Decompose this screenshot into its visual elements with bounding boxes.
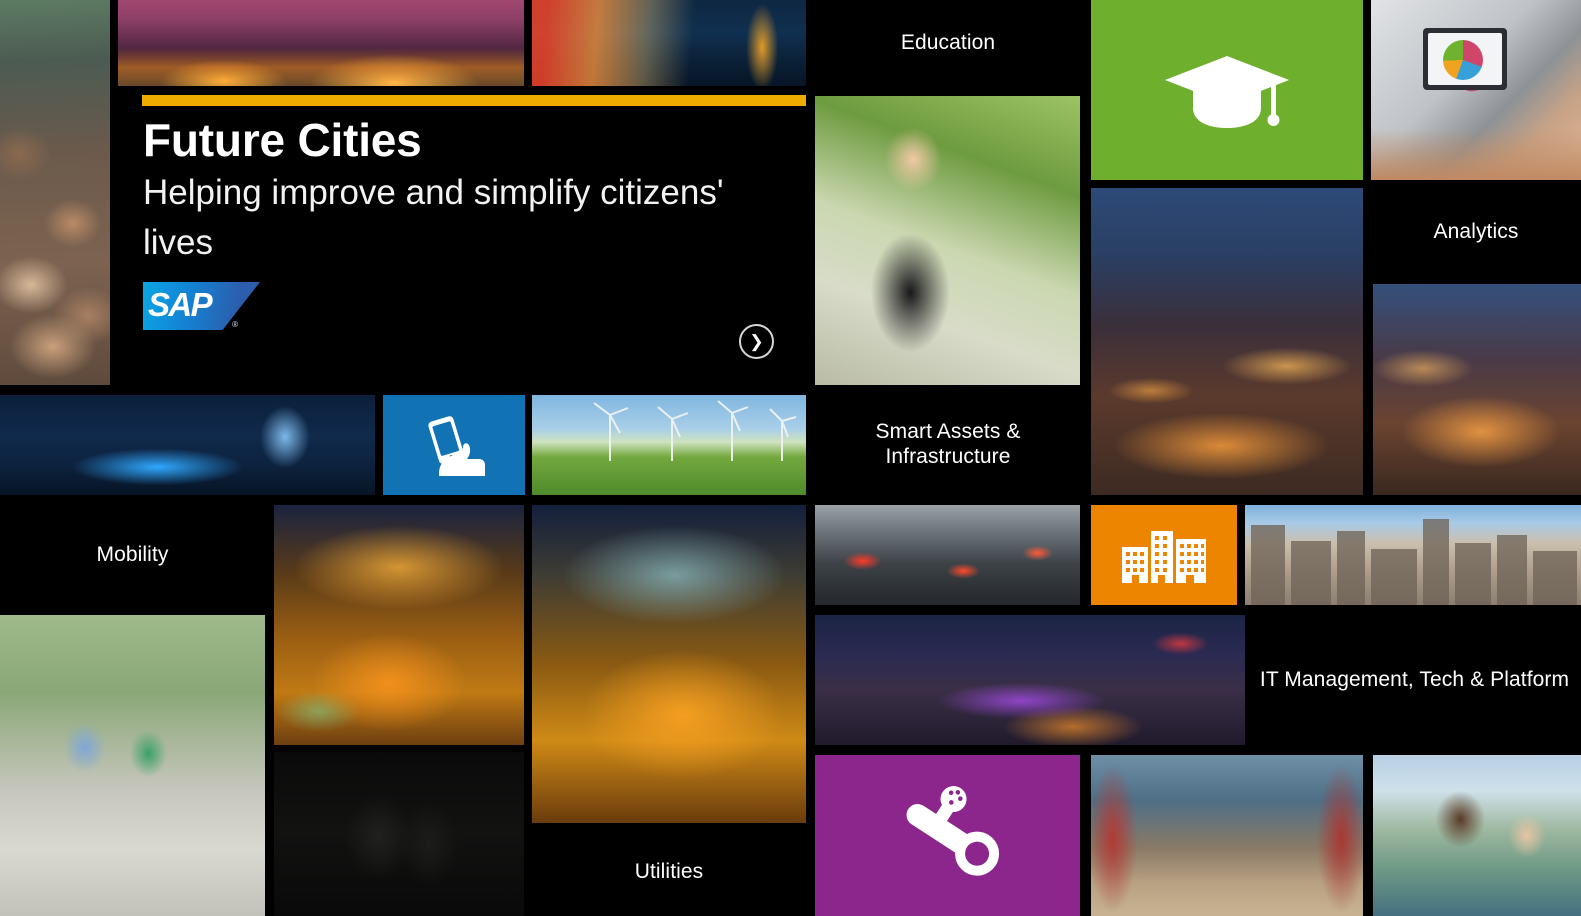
blue-bridge-night-photo [0, 395, 375, 495]
highway-interchange-photo-tile[interactable] [274, 505, 524, 745]
woman-tablet-park-photo [815, 96, 1080, 385]
smiling-people-photo-tile[interactable] [1373, 755, 1581, 916]
city-buildings-icon [1122, 531, 1206, 583]
crowd-street-photo-tile[interactable] [0, 0, 110, 385]
label-tile-analytics[interactable]: Analytics [1371, 186, 1581, 278]
highway-interchange-2-photo [532, 505, 806, 823]
traffic-cars-photo [815, 505, 1080, 605]
future-cities-mosaic-page: Future Cities Helping improve and simpli… [0, 0, 1581, 916]
wind-turbines-photo-tile[interactable] [532, 395, 806, 495]
hero-panel[interactable]: Future Cities Helping improve and simpli… [110, 86, 806, 385]
river-bridge-night-photo [815, 615, 1245, 745]
city-skyline-dusk-photo [118, 0, 524, 86]
label-tile-smart-assets[interactable]: Smart Assets & Infrastructure [812, 392, 1084, 498]
it-management-label: IT Management, Tech & Platform [1259, 667, 1570, 691]
next-slide-button[interactable]: ❯ [739, 324, 774, 359]
dark-silhouette-photo-tile[interactable] [274, 752, 524, 916]
highway-interchange-photo [274, 505, 524, 745]
smart-assets-label: Smart Assets & Infrastructure [875, 420, 1021, 468]
wind-turbine-graphics [593, 400, 797, 461]
boston-skyline-photo-tile[interactable] [1245, 505, 1581, 605]
red-steel-bridge-photo [1091, 755, 1363, 916]
tablet-pie-chart-photo-tile[interactable] [1371, 0, 1581, 180]
hero-accent-bar [142, 95, 806, 106]
icon-tile-utilities[interactable] [815, 755, 1080, 916]
page-title: Future Cities [143, 114, 422, 166]
icon-tile-mobility[interactable] [383, 395, 525, 495]
label-tile-it-management[interactable]: IT Management, Tech & Platform [1248, 615, 1581, 745]
cyclists-walking-photo [0, 615, 265, 916]
sap-logo-text: SAP [148, 286, 213, 324]
city-night-aerial-photo-tile[interactable] [1091, 188, 1363, 495]
hand-shadow [1371, 128, 1581, 180]
page-subtitle: Helping improve and simplify citizens' l… [143, 172, 724, 262]
woman-tablet-park-photo-tile[interactable] [815, 96, 1080, 385]
london-bus-bigben-photo [532, 0, 806, 86]
city-night-aerial-photo [1091, 188, 1363, 495]
label-tile-education[interactable]: Education [812, 0, 1084, 86]
city-night-aerial-2-photo-tile[interactable] [1373, 284, 1581, 495]
crowd-street-photo [0, 0, 110, 385]
blue-bridge-night-photo-tile[interactable] [0, 395, 375, 495]
hero-text-block: Future Cities Helping improve and simpli… [143, 116, 786, 268]
sap-logo: SAP ® [143, 282, 260, 330]
smiling-people-photo [1373, 755, 1581, 916]
highway-interchange-2-photo-tile[interactable] [532, 505, 806, 823]
red-steel-bridge-photo-tile[interactable] [1091, 755, 1363, 916]
city-skyline-dusk-photo-tile[interactable] [118, 0, 524, 86]
pie-chart-graphic [1443, 40, 1483, 80]
analytics-label: Analytics [1433, 219, 1519, 243]
icon-tile-smart-assets[interactable] [1091, 505, 1237, 605]
dark-silhouette-photo [274, 752, 524, 916]
label-tile-utilities[interactable]: Utilities [532, 828, 806, 916]
mobility-label: Mobility [96, 542, 169, 566]
education-label: Education [900, 30, 996, 54]
utilities-label: Utilities [634, 859, 704, 883]
label-tile-mobility[interactable]: Mobility [0, 503, 265, 607]
river-bridge-night-photo-tile[interactable] [815, 615, 1245, 745]
graduation-cap-icon [1165, 56, 1289, 128]
water-valve-icon [906, 785, 999, 876]
boston-building-silhouettes [1251, 519, 1577, 605]
sap-registered-mark: ® [232, 320, 238, 329]
london-bus-bigben-photo-tile[interactable] [532, 0, 806, 86]
hand-smartphone-icon [428, 416, 485, 476]
city-night-aerial-2-photo [1373, 284, 1581, 495]
icon-tile-education[interactable] [1091, 0, 1363, 180]
chevron-right-icon: ❯ [749, 331, 764, 351]
cyclists-walking-photo-tile[interactable] [0, 615, 265, 916]
traffic-cars-photo-tile[interactable] [815, 505, 1080, 605]
